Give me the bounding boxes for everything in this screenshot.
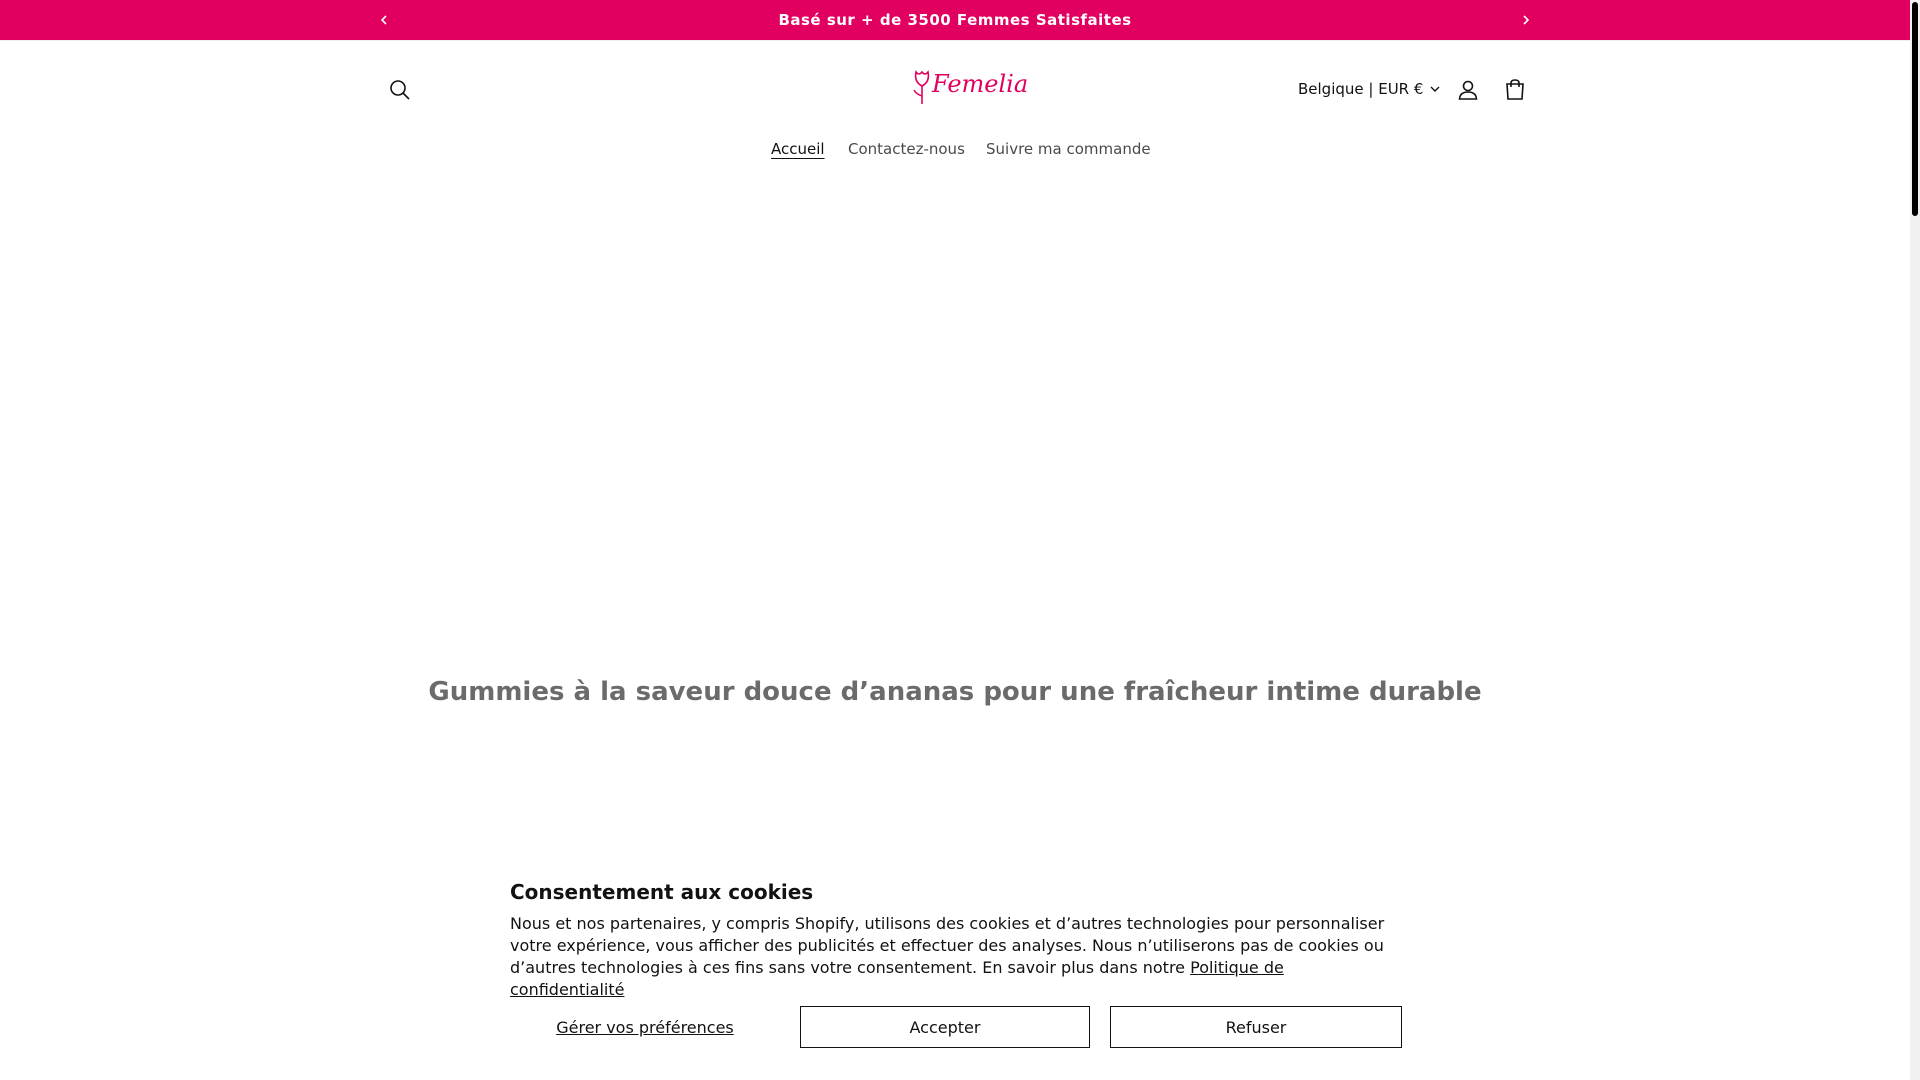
- cookie-description: Nous et nos partenaires, y compris Shopi…: [510, 913, 1390, 1001]
- page-headline: Gummies à la saveur douce d’ananas pour …: [428, 677, 1482, 707]
- nav-link[interactable]: Contactez-nous: [848, 140, 965, 158]
- cookie-title: Consentement aux cookies: [510, 880, 814, 904]
- logo-text: Femelia: [932, 70, 1029, 98]
- nav-item-accueil[interactable]: Accueil: [771, 140, 825, 162]
- announcement-text: Basé sur + de 3500 Femmes Satisfaites: [778, 11, 1132, 29]
- nav-link[interactable]: Accueil: [771, 140, 825, 158]
- manage-preferences-button[interactable]: Gérer vos préférences: [510, 1006, 780, 1048]
- country-selector-label: Belgique | EUR €: [1298, 80, 1424, 98]
- nav-item-track-order[interactable]: Suivre ma commande: [986, 140, 1151, 162]
- nav-item-contact[interactable]: Contactez-nous: [848, 140, 965, 162]
- nav-link[interactable]: Suivre ma commande: [986, 140, 1151, 158]
- cookie-consent-banner: Consentement aux cookies Nous et nos par…: [510, 880, 1402, 1080]
- announcement-next-button[interactable]: [1514, 8, 1538, 32]
- cart-button[interactable]: [1493, 68, 1537, 112]
- scrollbar-thumb[interactable]: [1912, 2, 1918, 216]
- page-scrollbar[interactable]: [1910, 0, 1920, 1080]
- search-button[interactable]: [378, 68, 422, 112]
- cart-icon: [1506, 79, 1524, 100]
- chevron-down-icon: [1430, 86, 1440, 92]
- accept-button[interactable]: Accepter: [800, 1006, 1090, 1048]
- country-selector[interactable]: Belgique | EUR €: [1298, 78, 1441, 100]
- decline-button[interactable]: Refuser: [1110, 1006, 1402, 1048]
- account-button[interactable]: [1446, 68, 1490, 112]
- search-icon: [390, 80, 410, 100]
- chevron-right-icon: [1523, 15, 1530, 25]
- site-logo[interactable]: Femelia: [910, 64, 1028, 110]
- account-icon: [1458, 80, 1478, 100]
- announcement-bar: Basé sur + de 3500 Femmes Satisfaites: [0, 0, 1910, 41]
